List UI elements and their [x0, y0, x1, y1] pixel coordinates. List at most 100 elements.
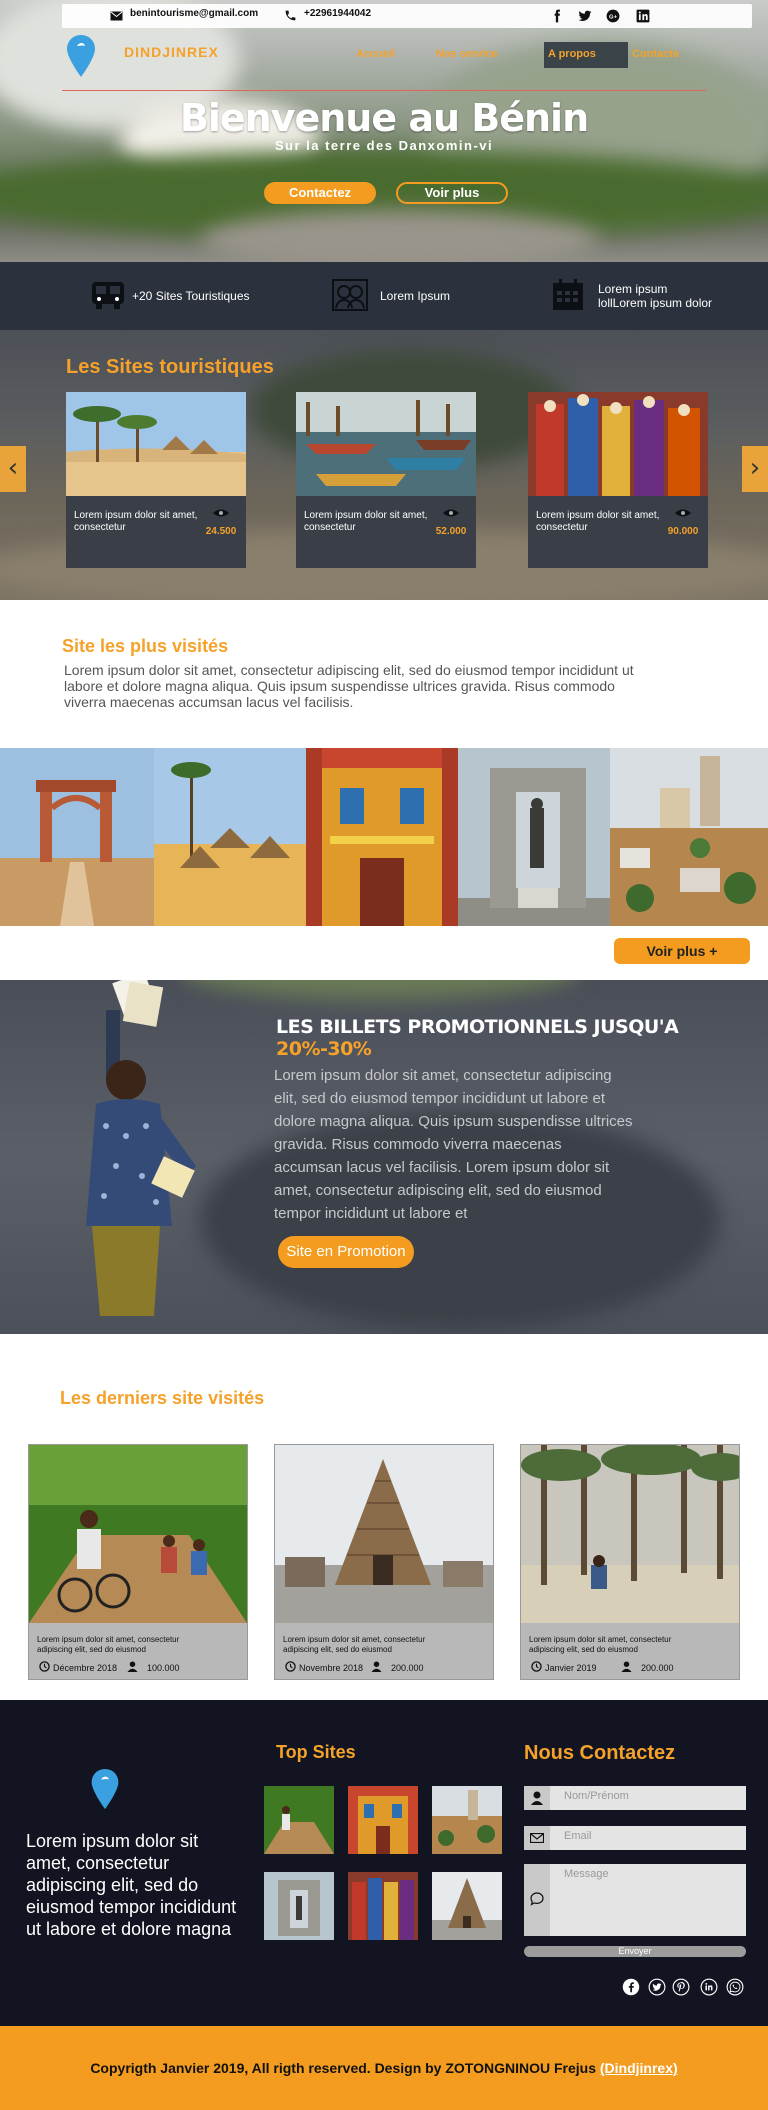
linkedin-icon[interactable] [700, 1978, 718, 1996]
copyright-bar: Copyrigth Janvier 2019, All rigth reserv… [0, 2026, 768, 2110]
site-card[interactable]: Lorem ipsum dolor sit amet, consectetur … [528, 392, 708, 568]
latest-card-date: Janvier 2019 [545, 1663, 597, 1673]
site-card-text: Lorem ipsum dolor sit amet, consectetur [536, 510, 660, 533]
clock-icon [531, 1661, 542, 1672]
tourist-sites-section: Les Sites touristiques Lorem ipsum dolor… [0, 330, 768, 600]
top-sites-title: Top Sites [276, 1742, 356, 1762]
name-field[interactable]: Nom/Prénom [524, 1786, 746, 1810]
field-icon-box [524, 1864, 550, 1936]
linkedin-icon[interactable] [636, 9, 650, 23]
latest-site-card[interactable]: Lorem ipsum dolor sit amet, consectetur … [274, 1444, 494, 1680]
copyright-text: Copyrigth Janvier 2019, All rigth reserv… [0, 2060, 768, 2076]
monument-statue-image[interactable] [458, 748, 610, 926]
top-site-thumb-cyclists[interactable] [264, 1786, 334, 1854]
hero-bg-path [200, 210, 600, 262]
designer-link[interactable]: (Dindjinrex) [600, 2060, 678, 2076]
latest-card-count: 100.000 [147, 1663, 180, 1673]
promo-text: Lorem ipsum dolor sit amet, consectetur … [274, 1067, 633, 1222]
conical-monument-image [275, 1445, 493, 1623]
site-card-text: Lorem ipsum dolor sit amet, consectetur [74, 510, 198, 533]
hero-subtitle: Sur la terre des Danxomin-vi [274, 138, 494, 153]
city-view-image[interactable] [610, 748, 768, 926]
cyclists-forest-image [29, 1445, 247, 1623]
nav-accueil[interactable]: Accueil [356, 48, 395, 60]
latest-visited-title: Les derniers site visités [60, 1388, 265, 1408]
promo-sites-button[interactable]: Site en Promotion [278, 1236, 414, 1268]
contact-phone[interactable]: +22961944042 [304, 8, 371, 19]
see-more-button[interactable]: Voir plus [396, 182, 508, 204]
nav-a-propos[interactable]: A propos [548, 48, 596, 60]
twitter-icon[interactable] [648, 1978, 666, 1996]
whatsapp-icon[interactable] [726, 1978, 744, 1996]
promo-bg-leaves [180, 980, 580, 1000]
latest-site-card[interactable]: Lorem ipsum dolor sit amet, consectetur … [28, 1444, 248, 1680]
promo-section: LES BILLETS PROMOTIONNELS JUSQU'A 20%-30… [0, 980, 768, 1334]
masked-dancers-image [528, 392, 708, 496]
bus-icon [92, 282, 124, 309]
site-card[interactable]: Lorem ipsum dolor sit amet, consectetur … [66, 392, 246, 568]
message-placeholder: Message [564, 1868, 609, 1880]
site-card-text: Lorem ipsum dolor sit amet, consectetur [304, 510, 428, 533]
chat-bubble-icon [530, 1892, 544, 1906]
facebook-icon[interactable] [550, 9, 564, 23]
man-with-tickets-image [86, 980, 196, 1316]
feature-calendar-line2: lollLorem ipsum dolor [598, 296, 713, 310]
google-plus-icon[interactable]: G+ [606, 9, 620, 23]
latest-site-card[interactable]: Lorem ipsum dolor sit amet, consectetur … [520, 1444, 740, 1680]
nav-contacte[interactable]: Contacte [632, 48, 679, 60]
top-site-thumb-monument[interactable] [264, 1872, 334, 1940]
hero-title: Bienvenue au Bénin [179, 96, 589, 140]
hero-divider [62, 90, 706, 91]
mail-icon [110, 11, 123, 21]
site-card-views: 24.500 [205, 526, 237, 537]
message-field[interactable]: Message [524, 1864, 746, 1936]
site-card[interactable]: Lorem ipsum dolor sit amet, consectetur … [296, 392, 476, 568]
most-visited-text: Lorem ipsum dolor sit amet, consectetur … [64, 662, 634, 710]
eye-icon [675, 509, 691, 517]
eye-icon [443, 509, 459, 517]
beach-huts-image[interactable] [154, 748, 306, 926]
user-icon [621, 1661, 632, 1672]
promo-title-text: LES BILLETS PROMOTIONNELS JUSQU'A [276, 1016, 679, 1038]
contact-button[interactable]: Contactez [264, 182, 376, 204]
latest-card-date: Décembre 2018 [53, 1663, 118, 1673]
pinterest-icon[interactable] [672, 1978, 690, 1996]
people-icon [332, 279, 368, 311]
most-visited-title: Site les plus visités [62, 636, 229, 656]
beach-palm-image [66, 392, 246, 496]
top-site-thumb-basilica[interactable] [348, 1786, 418, 1854]
nav-nos-service[interactable]: Nos service [436, 48, 498, 60]
see-more-plus-button[interactable]: Voir plus + [614, 938, 750, 964]
latest-card-date: Novembre 2018 [299, 1663, 364, 1673]
carousel-prev-button[interactable]: ‹ [0, 446, 26, 492]
tourist-sites-title: Les Sites touristiques [66, 356, 274, 378]
field-icon-box [524, 1786, 550, 1810]
send-button[interactable]: Envoyer [524, 1946, 746, 1957]
features-bar: +20 Sites Touristiques Lorem Ipsum Lorem… [0, 262, 768, 330]
site-card-views: 52.000 [435, 526, 467, 537]
name-placeholder: Nom/Prénom [564, 1790, 629, 1802]
most-visited-photo-strip [0, 748, 768, 926]
colorful-basilica-image[interactable] [306, 748, 458, 926]
promo-percent: 20%-30% [276, 1038, 372, 1060]
twitter-icon[interactable] [578, 9, 592, 23]
user-icon [531, 1791, 543, 1805]
hero-section: benintourisme@gmail.com +22961944042 G+ … [0, 0, 768, 262]
top-site-thumb-city[interactable] [432, 1786, 502, 1854]
latest-card-text: Lorem ipsum dolor sit amet, consectetur … [529, 1635, 672, 1654]
map-pin-logo-icon[interactable] [66, 34, 96, 78]
email-field[interactable]: Email [524, 1826, 746, 1850]
door-of-no-return-image[interactable] [0, 748, 154, 926]
brand-name[interactable]: DINDJINREX [124, 44, 219, 60]
mail-icon [530, 1833, 544, 1843]
carousel-next-button[interactable]: › [742, 446, 768, 492]
calendar-icon [553, 279, 583, 310]
contact-email[interactable]: benintourisme@gmail.com [130, 8, 258, 19]
latest-card-count: 200.000 [391, 1663, 424, 1673]
boats-lake-image [296, 392, 476, 496]
top-site-thumb-conical[interactable] [432, 1872, 502, 1940]
user-icon [127, 1661, 138, 1672]
feature-calendar-line1: Lorem ipsum [598, 282, 668, 296]
top-site-thumb-dancers[interactable] [348, 1872, 418, 1940]
facebook-icon[interactable] [622, 1978, 640, 1996]
